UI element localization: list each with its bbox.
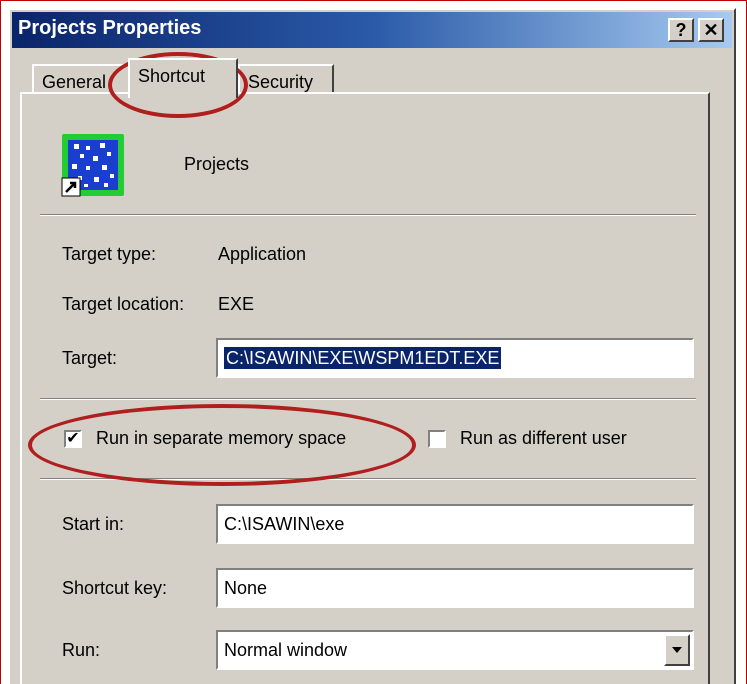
run-label: Run: — [62, 640, 101, 660]
target-location-value: EXE — [218, 294, 255, 314]
separator — [40, 398, 696, 400]
title-bar[interactable]: Projects Properties ? ✕ — [12, 12, 732, 48]
window-title: Projects Properties — [18, 17, 202, 39]
run-as-user-checkbox[interactable] — [428, 430, 446, 448]
target-input-value: C:\ISAWIN\EXE\WSPM1EDT.EXE — [224, 347, 502, 369]
start-in-input[interactable]: C:\ISAWIN\exe — [216, 504, 694, 544]
help-button[interactable]: ? — [668, 18, 694, 42]
shortcut-key-input[interactable]: None — [216, 568, 694, 608]
shortcut-key-label: Shortcut key: — [62, 578, 168, 598]
run-select-value: Normal window — [224, 640, 348, 660]
projects-app-icon — [60, 132, 126, 198]
separator — [40, 214, 696, 216]
target-type-value: Application — [218, 244, 307, 264]
chevron-down-icon — [672, 647, 682, 653]
target-location-label: Target location: — [62, 294, 185, 314]
start-in-label: Start in: — [62, 514, 125, 534]
run-separate-checkbox[interactable]: ✔ — [64, 430, 82, 448]
run-separate-label: Run in separate memory space — [96, 428, 347, 448]
target-type-label: Target type: — [62, 244, 157, 264]
run-dropdown-button[interactable] — [664, 634, 690, 666]
run-as-user-label: Run as different user — [460, 428, 627, 448]
target-input[interactable]: C:\ISAWIN\EXE\WSPM1EDT.EXE — [216, 338, 694, 378]
tab-shortcut[interactable]: Shortcut — [128, 58, 238, 98]
target-label: Target: — [62, 348, 118, 368]
separator — [40, 478, 696, 480]
run-select[interactable]: Normal window — [216, 630, 694, 670]
shortcut-name: Projects — [184, 154, 250, 174]
close-button[interactable]: ✕ — [698, 18, 724, 42]
